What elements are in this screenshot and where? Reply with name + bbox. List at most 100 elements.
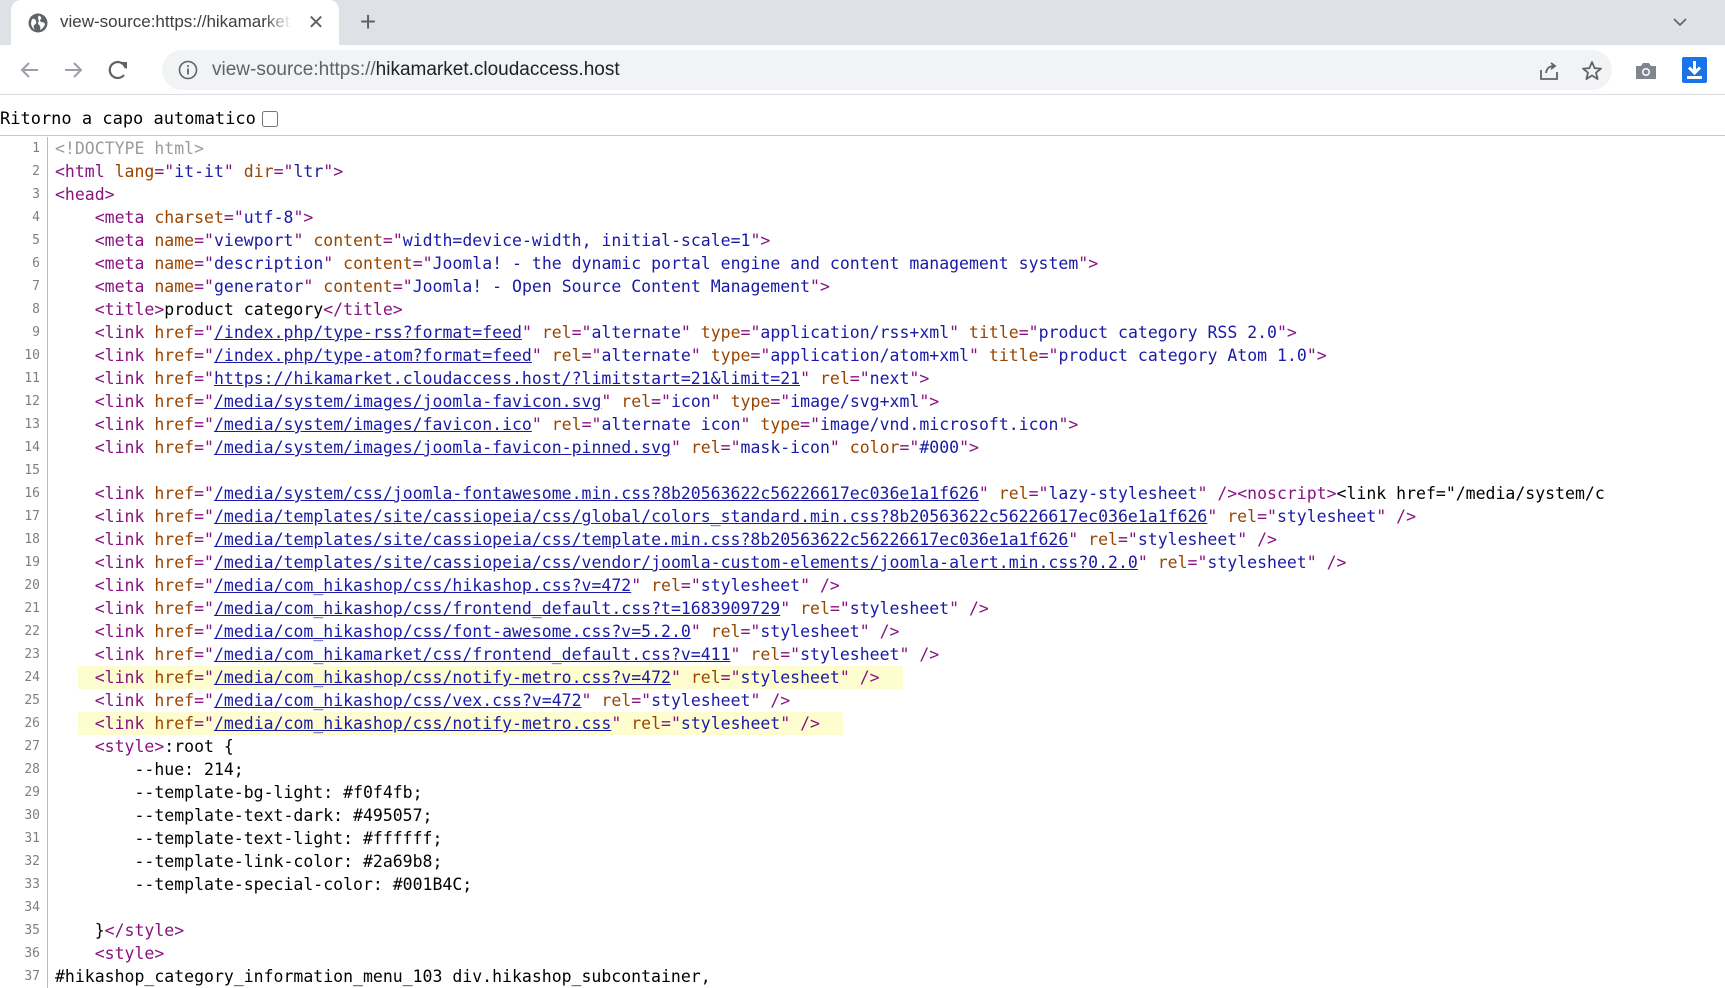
tag-token: <link <box>94 369 155 388</box>
source-link[interactable]: /media/com_hikashop/css/font-awesome.css… <box>214 622 691 641</box>
divider <box>0 135 1725 136</box>
tag-token: =" <box>194 277 214 296</box>
source-link[interactable]: /media/system/css/joomla-fontawesome.min… <box>214 484 979 503</box>
source-link[interactable]: /media/com_hikashop/css/vex.css?v=472 <box>214 691 582 710</box>
camera-icon[interactable] <box>1634 60 1658 82</box>
line-content: <title>product category</title> <box>55 298 403 321</box>
text-token: --template-text-dark: #495057; <box>55 806 433 825</box>
tag-token: " <box>1068 530 1089 549</box>
source-link[interactable]: /media/templates/site/cassiopeia/css/tem… <box>214 530 1068 549</box>
source-link[interactable]: /media/com_hikashop/css/frontend_default… <box>214 599 780 618</box>
tag-token: " <box>780 599 801 618</box>
globe-icon <box>28 13 48 33</box>
tag-token: " <box>670 438 691 457</box>
url-text[interactable]: view-source:https://hikamarket.cloudacce… <box>212 59 620 81</box>
source-link[interactable]: /media/templates/site/cassiopeia/css/ven… <box>214 553 1138 572</box>
tag-token: <link <box>94 323 155 342</box>
tag-token: "> <box>1078 254 1099 273</box>
tag-token: "> <box>1058 415 1079 434</box>
source-link[interactable]: /media/system/images/joomla-favicon.svg <box>214 392 601 411</box>
line-wrap-checkbox[interactable] <box>261 111 278 127</box>
tag-token: =" <box>194 438 214 457</box>
forward-button[interactable] <box>58 55 88 85</box>
tag-token: " <box>303 277 324 296</box>
line-content: <link href="/media/com_hikashop/css/noti… <box>55 666 880 689</box>
star-icon[interactable] <box>1580 59 1604 83</box>
source-link[interactable]: /media/system/images/joomla-favicon-pinn… <box>214 438 671 457</box>
source-line: 3 <head> <box>0 183 1725 206</box>
download-icon[interactable] <box>1682 57 1707 83</box>
attribute-name: rel <box>651 576 681 595</box>
comment-token: <!DOCTYPE html> <box>55 139 205 158</box>
tag-token: " <box>611 714 632 733</box>
attribute-value: image/vnd.microsoft.icon <box>820 415 1059 434</box>
source-link[interactable]: /media/system/images/favicon.ico <box>214 415 532 434</box>
attribute-value: next <box>869 369 910 388</box>
attribute-name: href <box>154 553 195 572</box>
text-token: #hikashop_category_information_menu_103 … <box>55 967 711 986</box>
browser-tab[interactable]: view-source:https://hikamarket.cloudacce… <box>11 0 339 45</box>
source-link[interactable]: /index.php/type-rss?format=feed <box>214 323 522 342</box>
text-token: --hue: 214; <box>55 760 244 779</box>
source-link[interactable]: https://hikamarket.cloudaccess.host/?lim… <box>214 369 800 388</box>
new-tab-button[interactable]: + <box>354 8 382 37</box>
tag-token: " /> <box>899 645 940 664</box>
tag-token: <link <box>94 576 155 595</box>
tag-token: <style> <box>94 737 165 756</box>
line-content: --template-link-color: #2a69b8; <box>55 850 442 873</box>
source-line: 26 <link href="/media/com_hikashop/css/n… <box>0 712 1725 735</box>
tag-token: =" <box>194 714 214 733</box>
tag-token: <link <box>94 507 155 526</box>
source-link[interactable]: /media/com_hikashop/css/notify-metro.css <box>214 714 611 733</box>
chevron-down-icon[interactable] <box>1668 10 1692 34</box>
tag-token: =" <box>194 530 214 549</box>
source-line: 25 <link href="/media/com_hikashop/css/v… <box>0 689 1725 712</box>
tag-token: " <box>690 622 711 641</box>
info-icon[interactable] <box>178 60 198 80</box>
tag-token: =" <box>631 691 652 710</box>
tag-token: =" <box>1018 323 1039 342</box>
line-number: 20 <box>0 574 48 597</box>
tag-token: " <box>1207 507 1228 526</box>
share-icon[interactable] <box>1537 59 1561 83</box>
line-content: <style>:root { <box>55 735 234 758</box>
source-line: 9 <link href="/index.php/type-rss?format… <box>0 321 1725 344</box>
source-link[interactable]: /media/templates/site/cassiopeia/css/glo… <box>214 507 1207 526</box>
back-button[interactable] <box>15 55 45 85</box>
source-line: 32 --template-link-color: #2a69b8; <box>0 850 1725 873</box>
line-content: <link href="/media/com_hikashop/css/hika… <box>55 574 840 597</box>
attribute-name: rel <box>621 392 652 411</box>
tag-token: =" <box>1117 530 1138 549</box>
source-link[interactable]: /index.php/type-atom?format=feed <box>214 346 532 365</box>
tag-token: =" <box>849 369 870 388</box>
attribute-value: stylesheet <box>1276 507 1377 526</box>
attribute-name: rel <box>1088 530 1118 549</box>
tag-token: =" <box>1028 484 1049 503</box>
source-link[interactable]: /media/com_hikashop/css/hikashop.css?v=4… <box>214 576 631 595</box>
line-number: 27 <box>0 735 48 758</box>
tag-token: <link <box>94 599 155 618</box>
text-token: --template-link-color: #2a69b8; <box>55 852 443 871</box>
line-number: 1 <box>0 137 48 160</box>
line-number: 7 <box>0 275 48 298</box>
line-content: <html lang="it-it" dir="ltr"> <box>55 160 343 183</box>
source-link[interactable]: /media/com_hikamarket/css/frontend_defau… <box>214 645 731 664</box>
attribute-name: charset <box>154 208 224 227</box>
tag-token: =" <box>770 392 791 411</box>
address-bar[interactable]: view-source:https://hikamarket.cloudacce… <box>162 50 1612 90</box>
tag-token: " /> <box>949 599 989 618</box>
source-link[interactable]: /media/com_hikashop/css/notify-metro.css… <box>214 668 671 687</box>
attribute-name: title <box>969 323 1019 342</box>
reload-button[interactable] <box>103 55 133 85</box>
tag-token: "> <box>1277 323 1297 342</box>
close-tab-button[interactable]: ✕ <box>304 11 328 35</box>
line-content: #hikashop_category_information_menu_103 … <box>55 965 711 988</box>
tag-token: " <box>293 231 314 250</box>
source-line: 29 --template-bg-light: #f0f4fb; <box>0 781 1725 804</box>
tag-token: "> <box>959 438 979 457</box>
